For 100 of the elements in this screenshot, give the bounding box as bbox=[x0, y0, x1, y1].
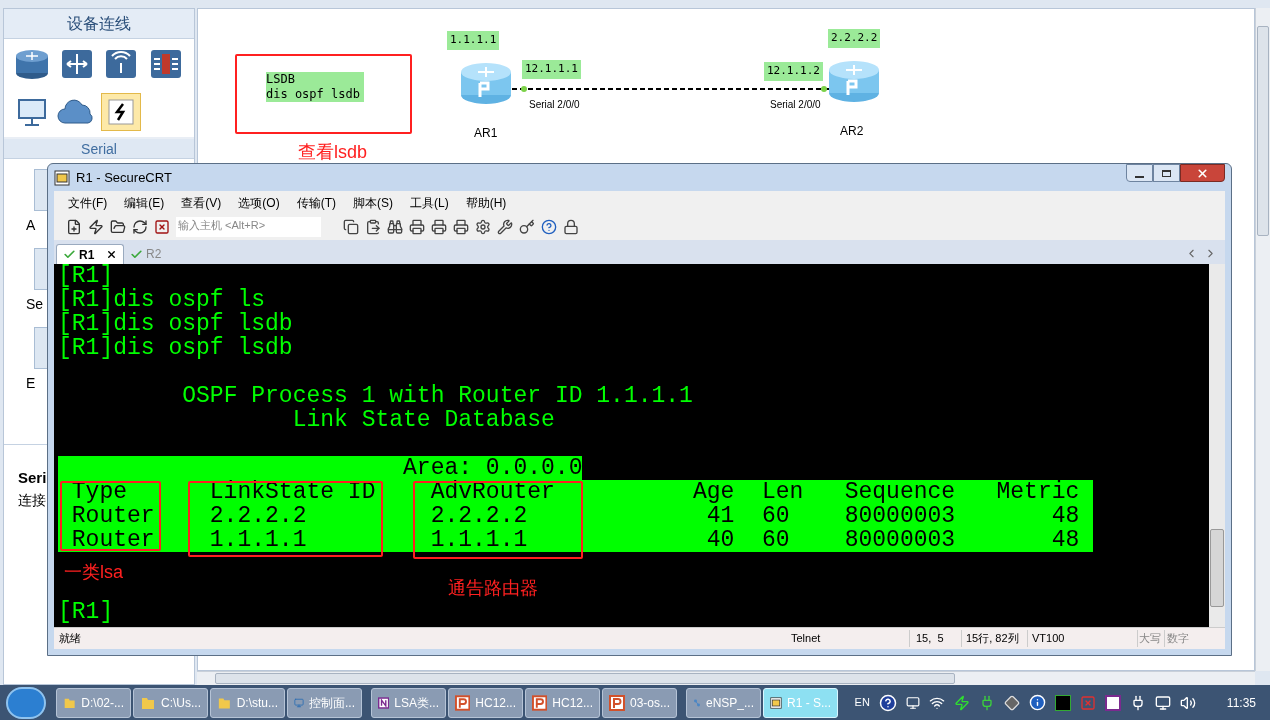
menu-item[interactable]: 选项(O) bbox=[238, 193, 280, 212]
paste-icon[interactable] bbox=[365, 219, 381, 235]
window-title: R1 - SecureCRT bbox=[76, 168, 173, 187]
lightning-icon[interactable] bbox=[953, 694, 970, 711]
printer-icon[interactable] bbox=[431, 219, 447, 235]
column-header: Sequence bbox=[844, 480, 957, 504]
check-icon bbox=[63, 248, 76, 261]
minimize-button[interactable] bbox=[1126, 164, 1153, 182]
menu-item[interactable]: 查看(V) bbox=[181, 193, 222, 212]
volume-icon[interactable] bbox=[1179, 694, 1196, 711]
status-text: 15, 5 bbox=[909, 630, 961, 647]
status-text: VT100 bbox=[1027, 630, 1137, 647]
router-name: AR2 bbox=[840, 123, 864, 140]
router-id-label: 2.2.2.2 bbox=[828, 29, 881, 48]
reconnect-icon[interactable] bbox=[132, 219, 148, 235]
table-cell-text: Router bbox=[71, 528, 156, 552]
terminal-line: Area: 0.0.0.0 bbox=[403, 455, 583, 481]
info-icon[interactable] bbox=[1028, 694, 1046, 711]
column-header: Type bbox=[71, 480, 128, 504]
router-icon bbox=[14, 47, 51, 81]
annotation-text: 通告路由器 bbox=[448, 577, 538, 599]
table-cell-text: 40 bbox=[705, 528, 735, 552]
notebook-icon[interactable] bbox=[1104, 694, 1121, 711]
status-text: 15行, 82列 bbox=[961, 630, 1027, 647]
scrollbar-thumb[interactable] bbox=[1210, 529, 1224, 607]
app-icon bbox=[54, 169, 70, 186]
host-field[interactable]: 输入主机 <Alt+R> bbox=[176, 217, 321, 237]
maximize-button[interactable] bbox=[1153, 164, 1180, 182]
table-cell-text: 80000003 bbox=[844, 504, 957, 528]
close-icon[interactable] bbox=[106, 249, 117, 260]
folder-icon[interactable] bbox=[110, 219, 126, 235]
diamond-icon[interactable] bbox=[1003, 694, 1020, 711]
presentation-icon bbox=[609, 694, 625, 711]
annotation-text: 一类lsa bbox=[64, 561, 123, 583]
check-icon bbox=[130, 247, 143, 261]
table-cell-text: 60 bbox=[761, 528, 791, 552]
table-cell-text: Router bbox=[71, 504, 156, 528]
disconnect-icon[interactable] bbox=[154, 219, 170, 235]
quick-connect-icon[interactable] bbox=[88, 219, 104, 235]
settings-icon[interactable] bbox=[475, 219, 491, 235]
interface-ip-label: 12.1.1.2 bbox=[764, 62, 823, 81]
status-text: 就绪 bbox=[58, 631, 82, 647]
new-session-icon[interactable] bbox=[66, 219, 82, 235]
terminal-scrollbar[interactable] bbox=[1209, 264, 1225, 627]
info-text: 连接 bbox=[18, 490, 46, 510]
menu-item[interactable]: 工具(L) bbox=[410, 193, 449, 212]
close-button[interactable] bbox=[1180, 164, 1225, 182]
interface-ip-label: 12.1.1.1 bbox=[522, 60, 581, 79]
horizontal-scrollbar[interactable] bbox=[197, 671, 1255, 685]
note-text[interactable]: LSDB dis ospf lsdb bbox=[266, 72, 364, 102]
menu-item[interactable]: 传输(T) bbox=[296, 193, 336, 212]
terminal-line: Link State Database bbox=[292, 408, 555, 432]
terminal-screen[interactable] bbox=[54, 264, 1209, 627]
start-button[interactable] bbox=[6, 686, 46, 719]
table-cell-text: 48 bbox=[1050, 528, 1080, 552]
cable-button[interactable] bbox=[34, 169, 48, 211]
scrollbar-thumb[interactable] bbox=[1257, 26, 1269, 236]
table-cell-text: 2.2.2.2 bbox=[430, 504, 529, 528]
binoculars-icon[interactable] bbox=[387, 219, 403, 235]
device-button[interactable] bbox=[101, 93, 142, 131]
terminal-line: [R1] bbox=[58, 600, 114, 624]
terminal-icon bbox=[770, 694, 782, 711]
menu-item[interactable]: 文件(F) bbox=[68, 193, 108, 212]
v2-icon[interactable] bbox=[1054, 694, 1071, 711]
table-cell-text: 48 bbox=[1050, 504, 1080, 528]
notebook-icon bbox=[378, 694, 390, 711]
printer-icon[interactable] bbox=[453, 219, 469, 235]
session-tab[interactable]: R1 bbox=[56, 244, 124, 264]
table-cell-text: 1.1.1.1 bbox=[209, 528, 308, 552]
presentation-icon bbox=[532, 694, 548, 711]
lock-icon[interactable] bbox=[563, 219, 579, 235]
presentation-icon bbox=[455, 694, 471, 711]
interface-label: Serial 2/0/0 bbox=[770, 98, 821, 112]
table-cell-text: 60 bbox=[761, 504, 791, 528]
language-indicator[interactable]: EN bbox=[854, 694, 870, 711]
cable-button[interactable] bbox=[34, 327, 48, 369]
column-header: AdvRouter bbox=[430, 480, 556, 504]
menu-item[interactable]: 编辑(E) bbox=[124, 193, 165, 212]
cable-label: E bbox=[26, 374, 36, 393]
network-icon[interactable] bbox=[1154, 694, 1171, 711]
key-icon[interactable] bbox=[519, 219, 535, 235]
menu-item[interactable]: 帮助(H) bbox=[465, 193, 507, 212]
column-header: Metric bbox=[996, 480, 1080, 504]
table-cell-text: 2.2.2.2 bbox=[209, 504, 308, 528]
router-id-label: 1.1.1.1 bbox=[447, 31, 500, 50]
terminal-line: [R1] bbox=[58, 264, 114, 288]
column-header: Age bbox=[692, 480, 735, 504]
display-icon[interactable] bbox=[905, 695, 920, 710]
copy-icon[interactable] bbox=[343, 219, 359, 235]
clock[interactable]: 11:35 bbox=[1226, 693, 1256, 712]
serial-cable-icon bbox=[108, 99, 135, 125]
vertical-scrollbar[interactable] bbox=[1255, 8, 1270, 671]
terminal-line: [R1]dis ospf ls bbox=[58, 288, 266, 312]
section-title: Serial bbox=[4, 139, 194, 159]
menu-item[interactable]: 脚本(S) bbox=[353, 193, 393, 212]
cable-button[interactable] bbox=[34, 248, 48, 290]
printer-icon[interactable] bbox=[409, 219, 425, 235]
scrollbar-thumb[interactable] bbox=[215, 673, 955, 684]
help-icon[interactable] bbox=[541, 219, 557, 235]
wrench-icon[interactable] bbox=[497, 219, 513, 235]
